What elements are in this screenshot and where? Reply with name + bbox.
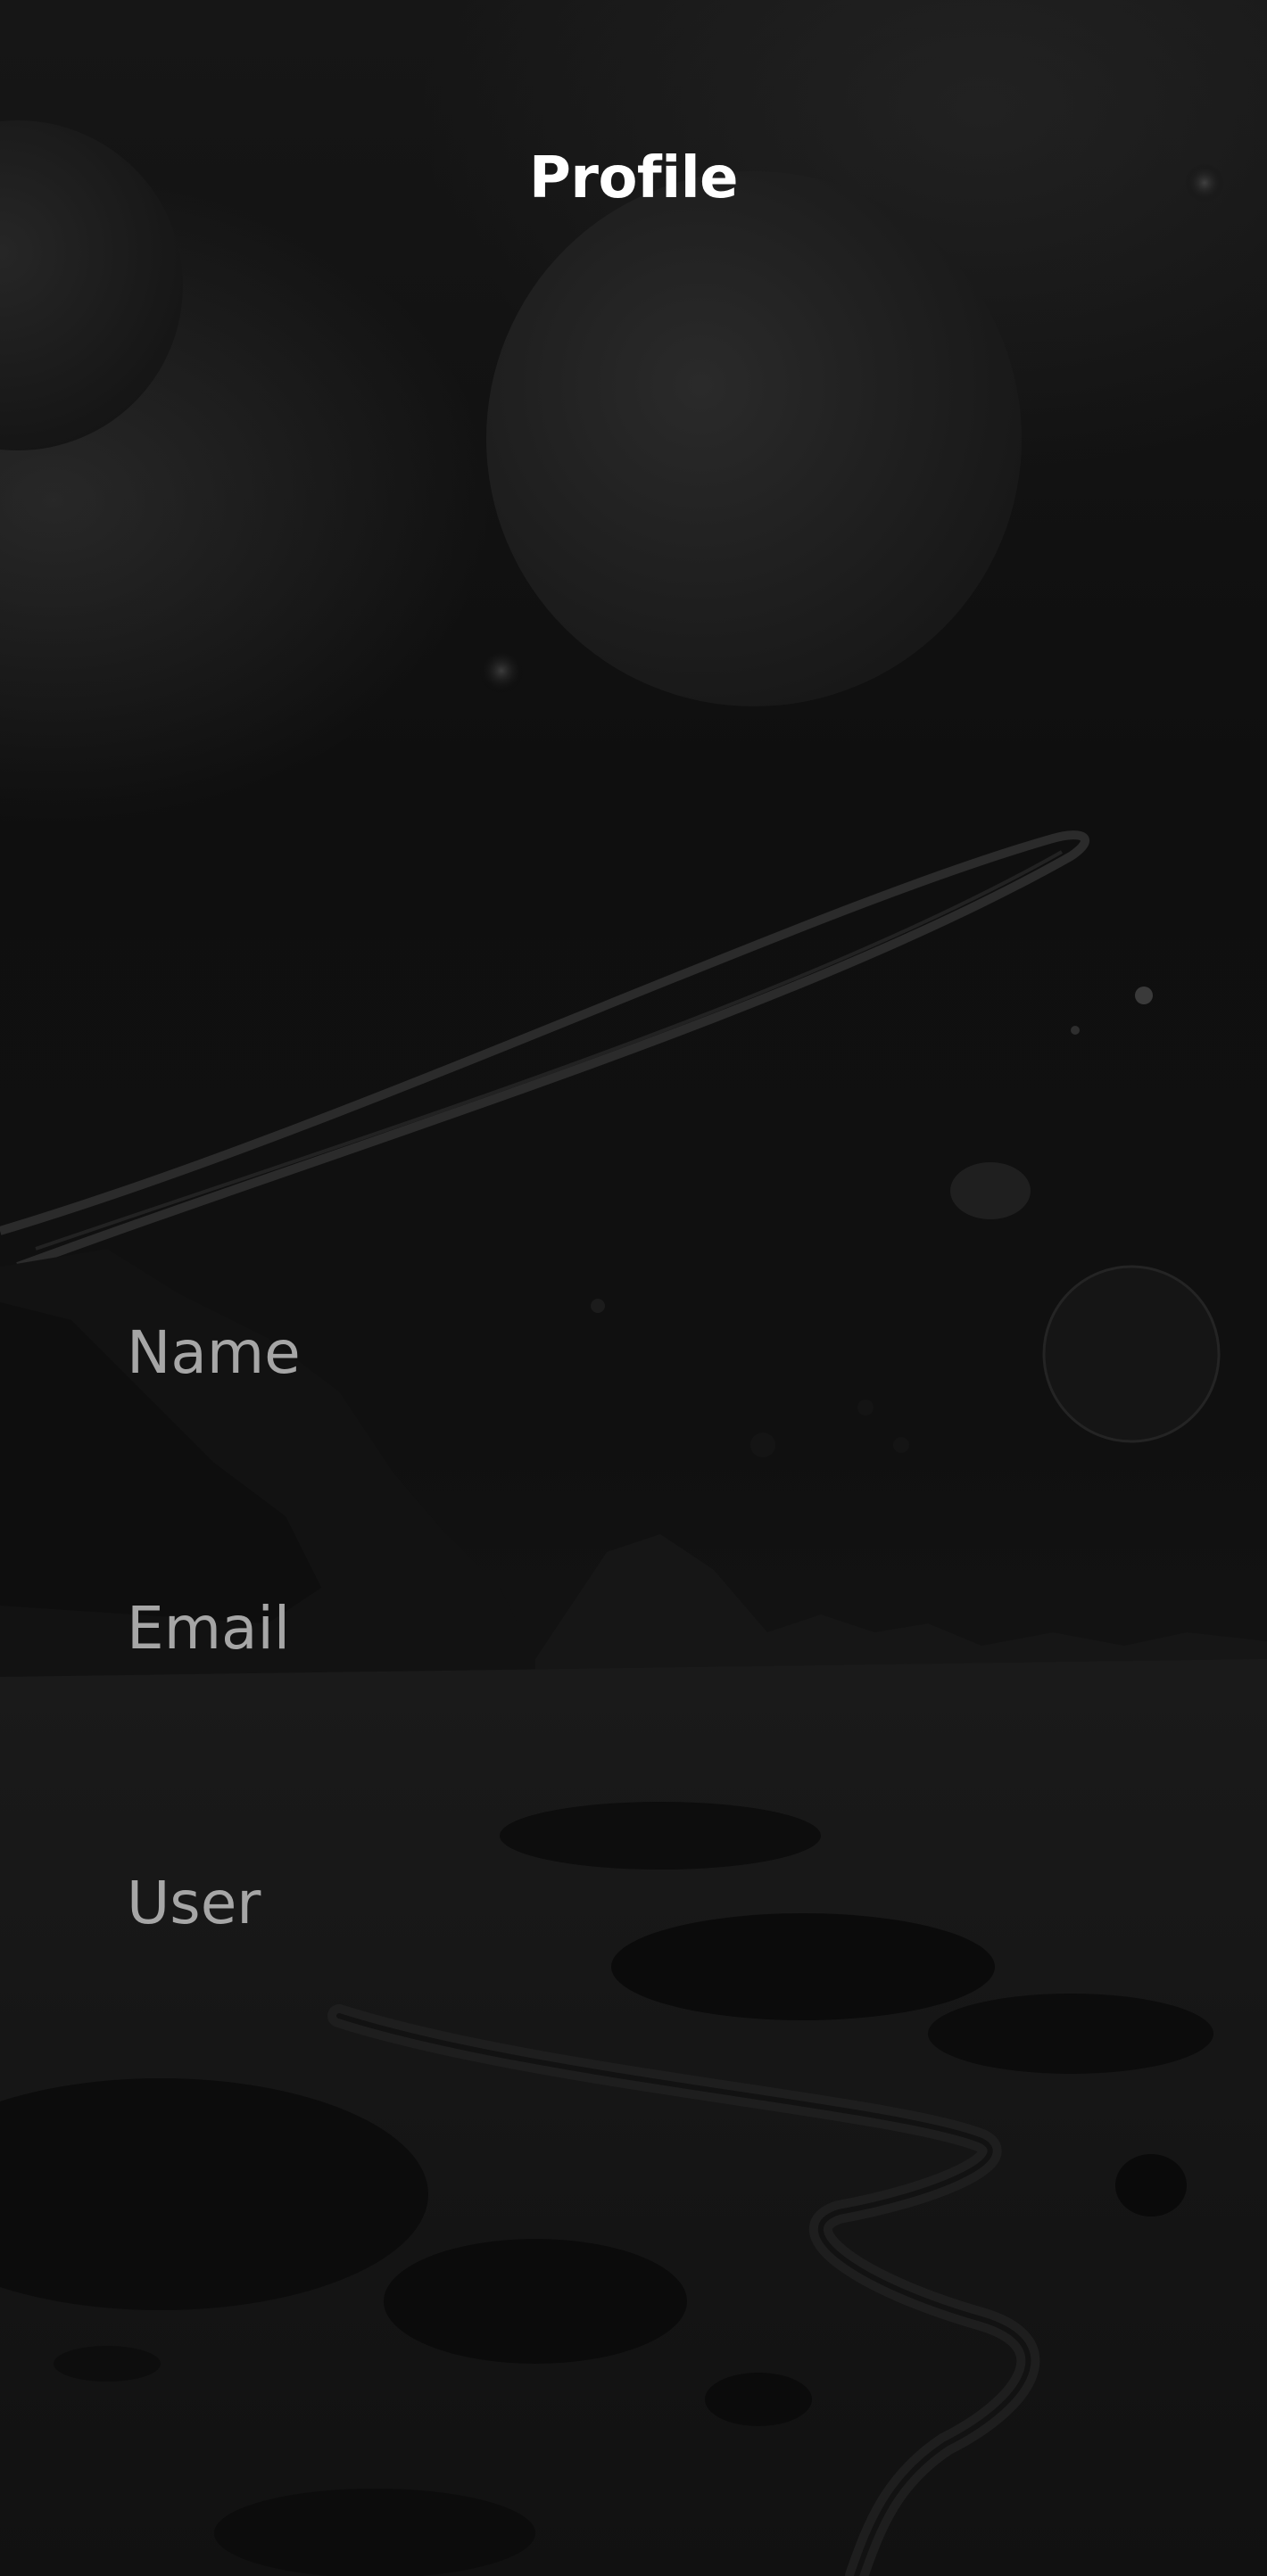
boulder: [214, 2489, 535, 2576]
planet-ring: [0, 830, 1089, 1271]
small-planet: [1042, 1265, 1221, 1443]
name-field-label[interactable]: Name: [127, 1317, 301, 1388]
email-field-label[interactable]: Email: [127, 1593, 290, 1664]
ground-shadow: [500, 1802, 821, 1870]
floating-rock: [750, 1432, 775, 1457]
floating-rock: [857, 1399, 874, 1416]
planet-ring-inner: [35, 850, 1063, 1251]
ground-shadow: [384, 2239, 687, 2364]
boulder: [705, 2373, 812, 2426]
profile-screen: Profile Name Email User: [0, 0, 1267, 2576]
boulder: [54, 2346, 161, 2382]
floating-rock: [893, 1437, 909, 1453]
floating-rock: [591, 1299, 605, 1313]
page-title: Profile: [528, 145, 739, 211]
star-glow: [478, 648, 525, 694]
ground-shadow: [611, 1913, 995, 2020]
ground-shadow: [928, 1994, 1213, 2074]
floating-rock: [950, 1162, 1031, 1219]
boulder: [1115, 2154, 1187, 2217]
space-landscape-background: [0, 120, 1267, 2576]
star: [1071, 1026, 1080, 1035]
user-field-label[interactable]: User: [127, 1868, 261, 1938]
large-planet: [486, 171, 1022, 706]
star: [1135, 987, 1153, 1004]
